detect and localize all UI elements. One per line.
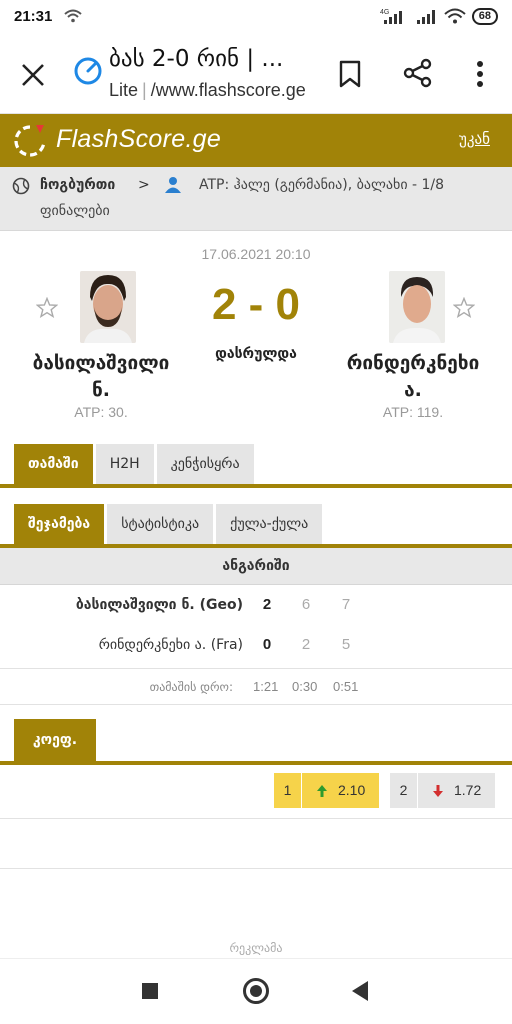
odds-value: 1.72 xyxy=(454,782,482,798)
row-set-2: 7 xyxy=(341,596,351,613)
wifi-icon xyxy=(64,9,82,23)
scoreboard-row-home: ბასილაშვილი ნ. (Geo) 2 6 7 xyxy=(0,586,512,626)
tab-match[interactable]: თამაში xyxy=(14,444,93,484)
tab-point-by-point[interactable]: ქულა-ქულა xyxy=(216,504,323,544)
breadcrumb: ჩოგბურთი > ATP: ჰალე (გერმანია), ბალახი … xyxy=(0,167,512,231)
share-icon[interactable] xyxy=(403,58,433,88)
signal-icon-2 xyxy=(416,10,435,24)
page-title: ბას 2-0 რინ | ... xyxy=(109,46,284,72)
divider xyxy=(0,868,512,869)
duration-set-2: 0:51 xyxy=(333,679,359,694)
row-player-name[interactable]: რინდერკნეხი ა. (Fra) xyxy=(99,637,243,653)
away-player-name-line1: რინდერკნეხი xyxy=(346,352,480,374)
home-player-name-line1: ბასილაშვილი xyxy=(32,352,170,374)
page-url: Lite |/www.flashscore.ge xyxy=(109,80,306,101)
row-set-1: 2 xyxy=(301,636,311,653)
odds-label: 1 xyxy=(274,773,302,808)
system-nav-bar xyxy=(0,958,512,1024)
site-header: FlashScore.ge უკან xyxy=(0,114,512,167)
home-player-rank: ATP: 30. xyxy=(74,404,128,420)
breadcrumb-sport[interactable]: ჩოგბურთი xyxy=(40,177,115,193)
browser-bar: ბას 2-0 რინ | ... Lite |/www.flashscore.g… xyxy=(0,34,512,114)
away-player-rank: ATP: 119. xyxy=(382,404,444,420)
status-time: 21:31 xyxy=(14,8,53,25)
lite-label: Lite xyxy=(109,80,139,100)
row-set-2: 5 xyxy=(341,636,351,653)
url-separator: | xyxy=(142,80,147,100)
speedometer-icon xyxy=(74,57,102,85)
divider xyxy=(0,668,512,669)
more-vert-icon[interactable] xyxy=(470,60,490,88)
sub-tabs: შეჯამება სტატისტიკა ქულა-ქულა xyxy=(14,504,323,544)
scoreboard-row-away: რინდერკნეხი ა. (Fra) 0 2 5 xyxy=(0,626,512,666)
brand-name: FlashScore.ge xyxy=(56,125,222,153)
odds-item-away[interactable]: 2 1.72 xyxy=(390,773,496,808)
player-avatar-icon xyxy=(389,271,445,343)
row-total: 0 xyxy=(262,636,272,653)
main-tabs: თამაში H2H კენჭისყრა xyxy=(14,444,254,484)
tab-odds[interactable]: კოეფ. xyxy=(14,719,96,761)
arrow-down-icon xyxy=(433,784,443,797)
tab-statistics[interactable]: სტატისტიკა xyxy=(107,504,214,544)
url-text: /www.flashscore.ge xyxy=(150,80,306,100)
tab-h2h[interactable]: H2H xyxy=(95,444,154,484)
network-label: 4G xyxy=(380,9,389,16)
duration-label: თამაშის დრო: xyxy=(149,680,233,694)
row-player-name[interactable]: ბასილაშვილი ნ. (Geo) xyxy=(76,597,243,613)
row-set-1: 6 xyxy=(301,596,311,613)
duration-total: 1:21 xyxy=(253,679,279,694)
divider xyxy=(0,704,512,705)
row-total: 2 xyxy=(262,596,272,613)
tennis-ball-icon xyxy=(12,177,30,195)
tab-divider xyxy=(0,484,512,488)
arrow-up-icon xyxy=(317,784,327,797)
breadcrumb-round: ფინალები xyxy=(40,203,110,219)
scoreboard-header: ანგარიში xyxy=(0,548,512,585)
odds-value-wrap: 1.72 xyxy=(418,773,495,808)
signal-icon: 4G xyxy=(380,9,402,24)
away-player-name[interactable]: რინდერკნეხი ა. xyxy=(322,350,504,404)
tab-summary[interactable]: შეჯამება xyxy=(14,504,105,544)
away-player-photo[interactable] xyxy=(389,271,445,343)
bookmark-icon[interactable] xyxy=(338,60,362,88)
person-icon xyxy=(165,177,181,193)
match-date: 17.06.2021 20:10 xyxy=(201,246,311,262)
flashscore-logo-icon xyxy=(14,125,46,157)
odds-value: 2.10 xyxy=(338,782,366,798)
status-icons: 4G 68 xyxy=(380,7,498,25)
home-icon[interactable] xyxy=(243,978,269,1004)
breadcrumb-tournament[interactable]: ATP: ჰალე (გერმანია), ბალახი - 1/8 xyxy=(199,177,444,193)
home-player-name[interactable]: ბასილაშვილი ნ. xyxy=(10,350,192,404)
home-player-name-line2: ნ. xyxy=(91,379,111,401)
ad-label: რეკლამა xyxy=(229,941,283,955)
duration-set-1: 0:30 xyxy=(292,679,318,694)
status-bar: 21:31 4G 68 xyxy=(0,0,512,34)
tab-divider xyxy=(0,761,512,765)
tab-draw[interactable]: კენჭისყრა xyxy=(156,444,254,484)
back-link[interactable]: უკან xyxy=(459,130,490,148)
back-icon[interactable] xyxy=(352,981,368,1001)
odds-item-home[interactable]: 1 2.10 xyxy=(274,773,380,808)
wifi-icon-right xyxy=(444,8,466,24)
odds-label: 2 xyxy=(390,773,418,808)
divider xyxy=(0,818,512,819)
chevron-right-icon: > xyxy=(138,177,150,193)
recents-icon[interactable] xyxy=(142,983,158,999)
odds-value-wrap: 2.10 xyxy=(302,773,379,808)
away-player-name-line2: ა. xyxy=(404,379,422,401)
battery-indicator: 68 xyxy=(471,7,498,25)
favorite-star-icon[interactable] xyxy=(453,297,475,319)
close-icon[interactable] xyxy=(20,62,46,88)
